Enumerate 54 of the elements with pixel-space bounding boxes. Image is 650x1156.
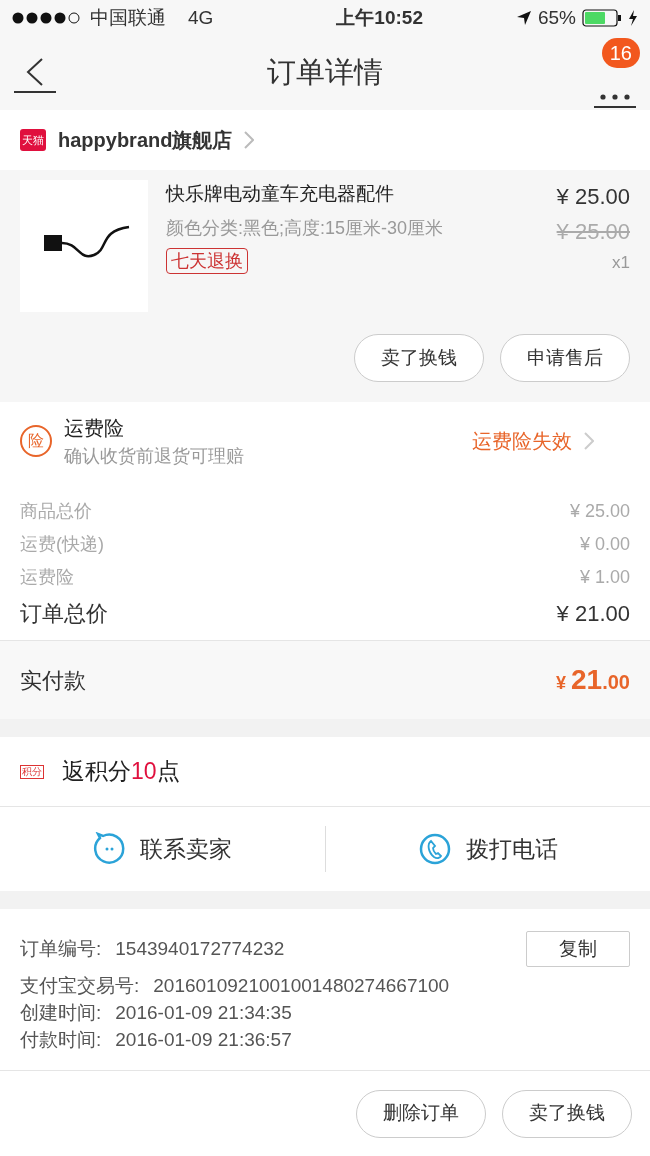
carrier-name: 中国联通 [90, 5, 166, 30]
price-label: 运费险 [20, 566, 74, 589]
back-chevron-icon [25, 57, 45, 87]
order-info-value: 2016010921001001480274667100 [153, 974, 451, 999]
battery-percent: 65% [537, 5, 576, 30]
return-policy-tag: 七天退换 [166, 247, 248, 274]
price-label: 订单总价 [20, 600, 108, 628]
chat-face-icon [92, 832, 127, 866]
paid-label: 实付款 [20, 666, 86, 695]
order-action-button[interactable]: 删除订单 [356, 1089, 486, 1138]
chevron-right-icon [584, 432, 594, 450]
contact-button[interactable]: 联系卖家 [0, 807, 325, 891]
product-price: ¥ 25.00 [556, 183, 630, 211]
signal-strength-icon [12, 12, 82, 24]
order-info-value: 1543940172774232 [115, 936, 286, 961]
store-name[interactable]: happybrand旗舰店 [58, 125, 233, 155]
chevron-right-icon [244, 131, 255, 149]
points-text: 返积分10点 [62, 757, 180, 787]
page-title: 订单详情 [267, 55, 383, 91]
product-title[interactable]: 快乐牌电动童车充电器配件 [166, 180, 539, 209]
location-arrow-icon [515, 10, 532, 26]
points-badge: 积分 [20, 764, 44, 779]
insurance-icon: 险 [20, 425, 52, 457]
phone-icon [417, 832, 452, 866]
charging-bolt-icon [628, 10, 638, 26]
paid-amount: ¥ 21.00 [556, 663, 630, 697]
product-spec: 颜色分类:黑色;高度:15厘米-30厘米 [166, 216, 445, 240]
product-quantity: x1 [612, 252, 630, 274]
price-label: 商品总价 [20, 500, 92, 523]
product-action-button[interactable]: 卖了换钱 [354, 334, 484, 382]
more-dots-icon [600, 94, 630, 100]
order-info-value: 2016-01-09 21:36:57 [115, 1028, 293, 1053]
order-info-label: 支付宝交易号: [20, 974, 140, 999]
notification-badge: 16 [601, 38, 640, 68]
order-info-label: 付款时间: [20, 1028, 102, 1053]
order-info-label: 创建时间: [20, 1001, 102, 1026]
battery-icon [582, 9, 622, 27]
price-value: ¥ 0.00 [579, 533, 630, 556]
copy-button[interactable]: 复制 [526, 931, 630, 967]
order-info-value: 2016-01-09 21:34:35 [115, 1001, 293, 1026]
price-value: ¥ 25.00 [569, 500, 630, 523]
status-time: 上午10:52 [336, 5, 423, 30]
order-info-label: 订单编号: [20, 936, 102, 961]
price-label: 运费(快递) [20, 533, 104, 556]
order-action-button[interactable]: 卖了换钱 [502, 1089, 632, 1138]
product-action-button[interactable]: 申请售后 [500, 334, 630, 382]
price-value: ¥ 1.00 [579, 566, 630, 589]
original-price: ¥ 25.00 [556, 218, 630, 246]
price-value: ¥ 21.00 [556, 600, 630, 628]
network-type: 4G [188, 5, 214, 30]
contact-button[interactable]: 拨打电话 [325, 807, 650, 891]
store-badge: 天猫 [20, 129, 46, 151]
insurance-subtitle: 确认收货前退货可理赔 [64, 444, 245, 468]
insurance-title: 运费险 [64, 415, 125, 441]
